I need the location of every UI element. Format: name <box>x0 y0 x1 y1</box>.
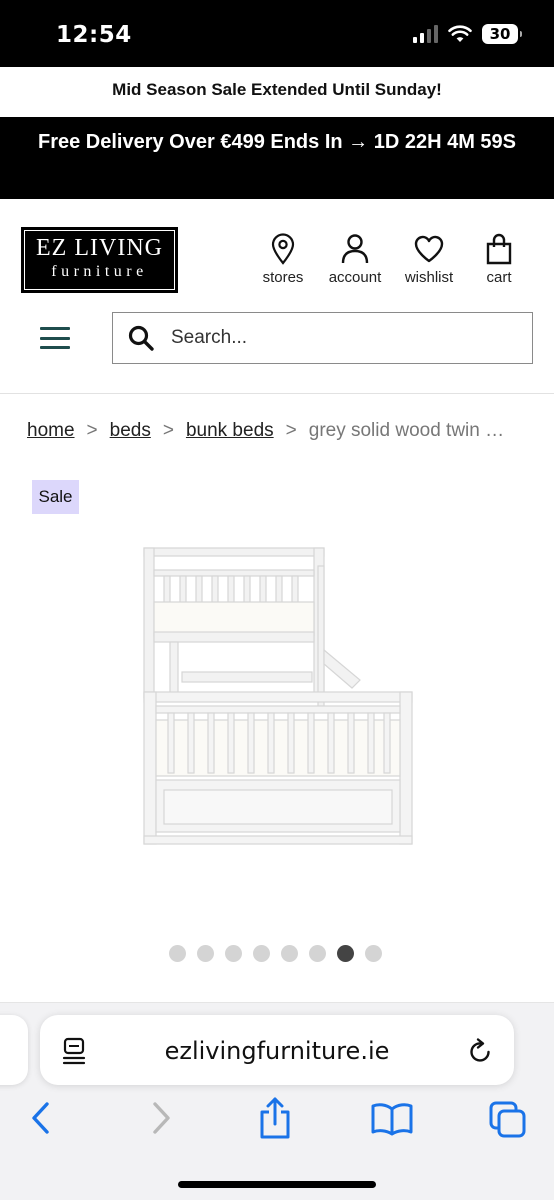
heart-icon <box>414 235 444 263</box>
site-header: EZ LIVING furniture stores account wishl… <box>0 199 554 394</box>
home-indicator <box>178 1181 376 1188</box>
back-icon[interactable] <box>28 1100 54 1136</box>
account-label: account <box>328 269 382 286</box>
stores-button[interactable]: stores <box>256 233 310 286</box>
logo-frame: EZ LIVING furniture <box>24 230 175 290</box>
share-icon[interactable] <box>256 1096 294 1140</box>
product-image[interactable] <box>138 540 418 855</box>
breadcrumb-beds[interactable]: beds <box>110 420 151 441</box>
wifi-icon <box>448 25 472 42</box>
carousel-dot[interactable] <box>281 945 298 962</box>
account-button[interactable]: account <box>322 233 388 286</box>
menu-icon[interactable] <box>40 327 70 349</box>
reload-icon[interactable] <box>468 1037 494 1065</box>
shopping-bag-icon <box>486 233 512 265</box>
carousel-dot[interactable] <box>169 945 186 962</box>
tabs-icon[interactable] <box>488 1100 528 1140</box>
wishlist-label: wishlist <box>404 269 454 286</box>
breadcrumb-home[interactable]: home <box>27 420 75 441</box>
status-time: 12:54 <box>56 22 132 48</box>
breadcrumb-separator: > <box>86 420 98 441</box>
previous-tab-preview[interactable] <box>0 1015 28 1085</box>
carousel-dot[interactable] <box>197 945 214 962</box>
promo-banner-sale[interactable]: Mid Season Sale Extended Until Sunday! <box>0 67 554 117</box>
status-icons: 30 <box>413 24 522 44</box>
battery-icon: 30 <box>482 24 522 44</box>
location-pin-icon <box>271 233 295 265</box>
status-bar: 12:54 30 <box>0 0 554 67</box>
sale-badge: Sale <box>32 480 79 514</box>
stores-label: stores <box>262 269 304 286</box>
carousel-dots <box>169 945 382 962</box>
search-input[interactable] <box>171 327 491 349</box>
search-icon <box>128 325 154 351</box>
breadcrumb-separator: > <box>162 420 174 441</box>
cart-label: cart <box>486 269 512 286</box>
signal-icon <box>413 25 438 43</box>
breadcrumb-bunk-beds[interactable]: bunk beds <box>186 420 274 441</box>
user-icon <box>341 234 369 264</box>
promo-banner-delivery[interactable]: Free Delivery Over €499 Ends In → 1D 22H… <box>0 117 554 199</box>
logo-text-ez-living: EZ LIVING <box>36 235 163 261</box>
carousel-dot-active[interactable] <box>337 945 354 962</box>
breadcrumb: home > beds > bunk beds > grey solid wood twin… <box>27 420 537 442</box>
address-bar[interactable]: ezlivingfurniture.ie <box>40 1015 514 1085</box>
brand-logo[interactable]: EZ LIVING furniture <box>21 227 178 293</box>
carousel-dot[interactable] <box>309 945 326 962</box>
carousel-dot[interactable] <box>253 945 270 962</box>
search-box[interactable] <box>112 312 533 364</box>
logo-text-furniture: furniture <box>51 263 148 280</box>
carousel-dot[interactable] <box>225 945 242 962</box>
breadcrumb-current: grey solid wood twin … <box>308 420 505 441</box>
breadcrumb-separator: > <box>285 420 297 441</box>
url-text: ezlivingfurniture.ie <box>164 1037 390 1065</box>
forward-icon[interactable] <box>148 1100 174 1136</box>
cart-button[interactable]: cart <box>478 233 520 286</box>
bookmarks-icon[interactable] <box>370 1102 414 1136</box>
carousel-dot[interactable] <box>365 945 382 962</box>
wishlist-button[interactable]: wishlist <box>398 233 460 286</box>
